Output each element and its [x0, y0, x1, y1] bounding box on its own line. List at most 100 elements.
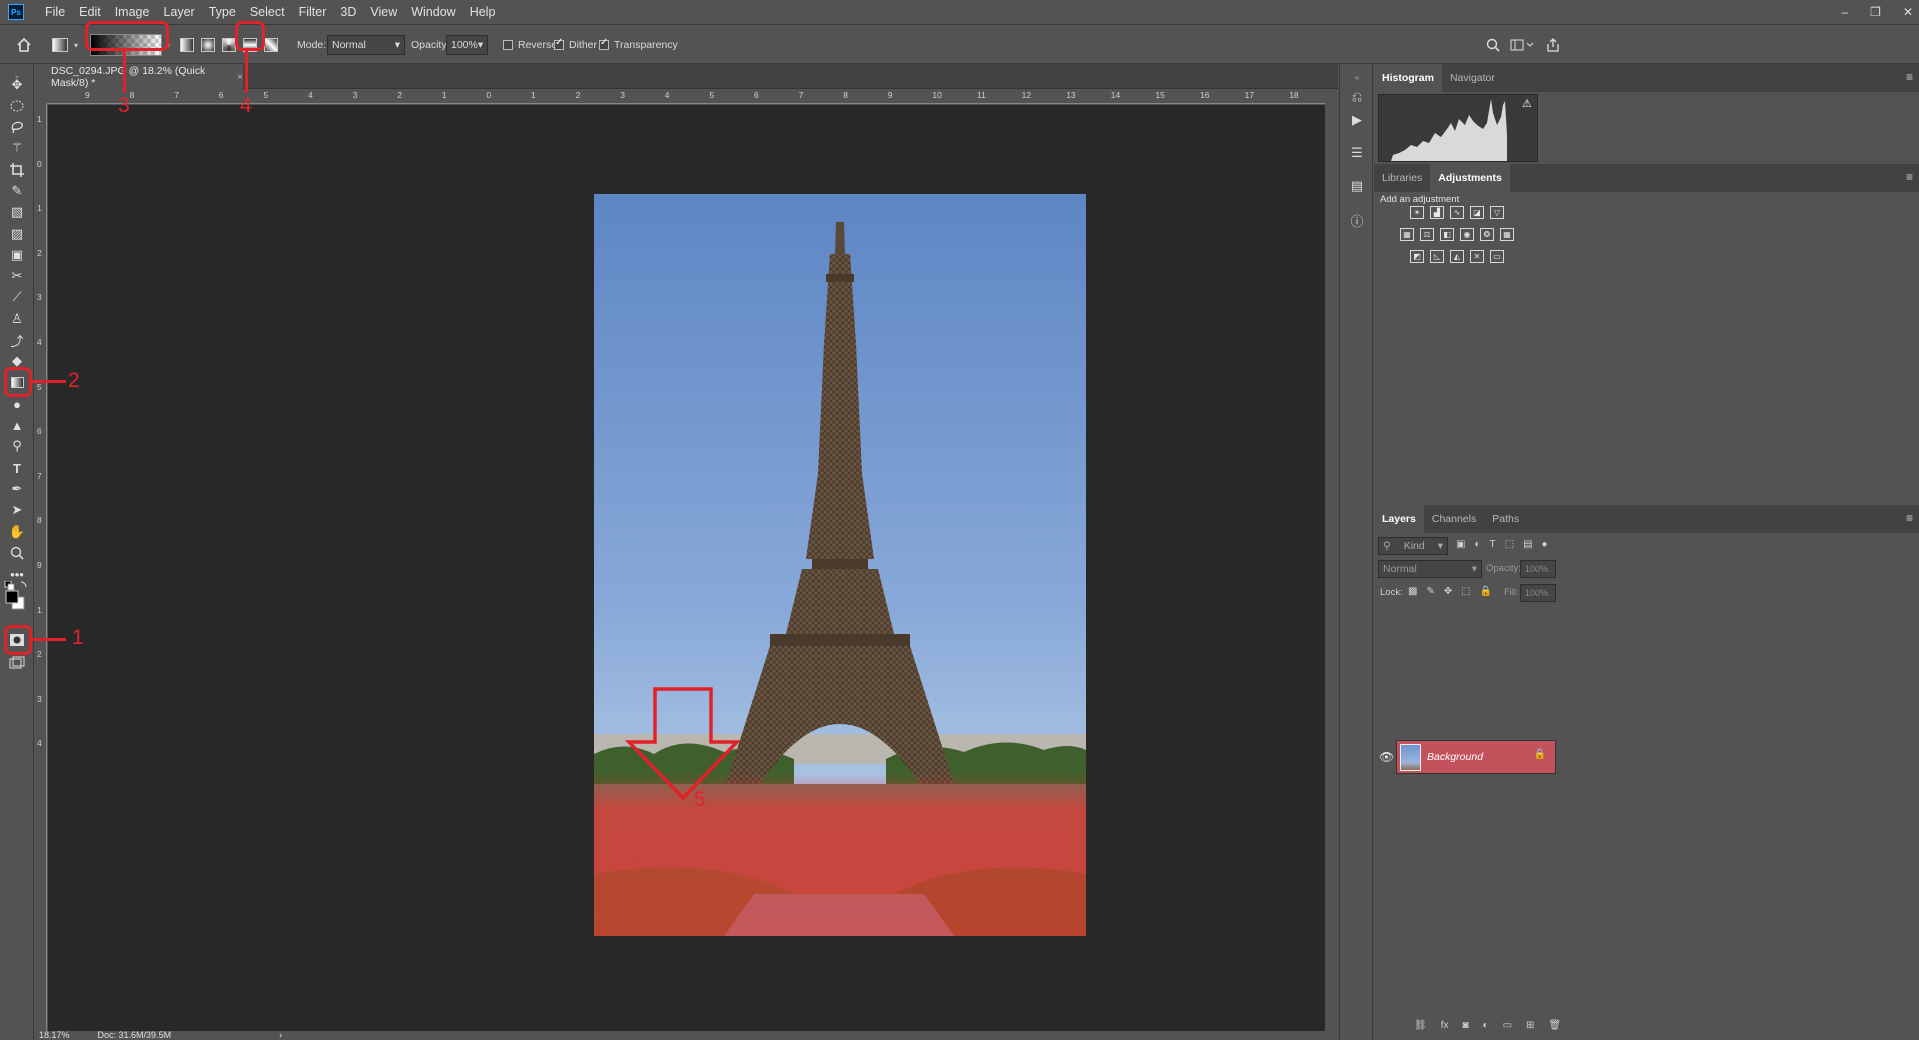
actions-panel-icon[interactable]: ▶ [1348, 111, 1366, 129]
document-tab[interactable]: DSC_0294.JPG @ 18.2% (Quick Mask/8) * × [35, 64, 243, 89]
share-button[interactable] [1546, 25, 1560, 65]
menu-type[interactable]: Type [202, 0, 243, 24]
status-menu-arrow-icon[interactable]: › [279, 1030, 282, 1040]
info-panel-icon[interactable]: ⓘ [1348, 211, 1366, 229]
type-tool-icon[interactable]: T [7, 459, 27, 477]
lock-artboard-icon[interactable]: ⬚ [1461, 586, 1470, 597]
new-adjustment-layer-icon[interactable]: ◐ [1483, 1020, 1489, 1031]
content-aware-tool-icon[interactable]: ▣ [7, 246, 27, 264]
layer-opacity-field[interactable]: 100% [1520, 560, 1556, 578]
healing-brush-tool-icon[interactable]: ▧ [7, 203, 27, 221]
layer-row-background[interactable]: Background 🔒 [1396, 740, 1556, 774]
properties-panel-icon[interactable]: ☰ [1348, 144, 1366, 162]
menu-window[interactable]: Window [404, 0, 462, 24]
tab-navigator[interactable]: Navigator [1442, 64, 1503, 92]
minimize-button[interactable]: – [1841, 5, 1848, 19]
channel-mixer-icon[interactable]: ❂ [1480, 228, 1494, 241]
posterize-icon[interactable]: ◺ [1430, 250, 1444, 263]
curves-icon[interactable]: ∿ [1450, 206, 1464, 219]
adjustment-filter-icon[interactable]: ◐ [1474, 539, 1480, 550]
layer-lock-icon[interactable]: 🔒 [1534, 749, 1546, 760]
panel-menu-icon[interactable]: ≡ [1906, 511, 1913, 525]
canvas-area[interactable] [48, 105, 1325, 1031]
search-button[interactable] [1486, 25, 1500, 65]
layer-filter-dropdown[interactable]: ⚲ Kind ▾ [1378, 537, 1448, 555]
lock-transparent-icon[interactable]: ▩ [1408, 586, 1417, 597]
hand-tool-icon[interactable]: ✋ [7, 523, 27, 541]
chevron-down-icon[interactable]: ▾ [478, 39, 483, 51]
crop-tool-icon[interactable] [7, 161, 27, 179]
photo-filter-icon[interactable]: ◉ [1460, 228, 1474, 241]
angle-gradient-button[interactable] [222, 25, 236, 65]
new-layer-icon[interactable]: ⊞ [1526, 1020, 1534, 1031]
tab-channels[interactable]: Channels [1424, 505, 1484, 533]
new-group-icon[interactable]: ▭ [1503, 1020, 1512, 1031]
histogram-warning-icon[interactable]: ⚠ [1522, 97, 1532, 110]
dither-checkbox-box[interactable] [554, 37, 564, 50]
selective-color-icon[interactable]: ✕ [1470, 250, 1484, 263]
sharpen-tool-icon[interactable]: ▲ [7, 416, 27, 434]
layer-style-fx-icon[interactable]: fx [1441, 1020, 1449, 1031]
filter-toggle-icon[interactable]: ● [1542, 539, 1548, 550]
menu-view[interactable]: View [363, 0, 404, 24]
link-layers-icon[interactable]: ⛓ [1414, 1020, 1427, 1031]
layer-visibility-eye-icon[interactable]: 👁 [1379, 750, 1394, 764]
zoom-tool-icon[interactable] [7, 544, 27, 562]
photoshop-logo-icon[interactable]: Ps [8, 4, 24, 20]
invert-icon[interactable]: ◩ [1410, 250, 1424, 263]
history-panel-icon[interactable]: ⎌ [1348, 88, 1366, 106]
expand-panels-icon[interactable]: « [1348, 68, 1366, 86]
menu-help[interactable]: Help [463, 0, 503, 24]
brush-tool-icon[interactable]: ⟋ [7, 288, 27, 306]
menu-file[interactable]: File [38, 0, 72, 24]
blend-mode-dropdown[interactable]: Normal ▾ [1378, 560, 1482, 578]
clone-stamp-tool-icon[interactable]: ♙ [7, 310, 27, 328]
panel-menu-icon[interactable]: ≡ [1906, 170, 1913, 184]
threshold-icon[interactable]: ◭ [1450, 250, 1464, 263]
hue-saturation-icon[interactable]: ▦ [1400, 228, 1414, 241]
dodge-tool-icon[interactable]: ⚲ [7, 437, 27, 455]
pixel-filter-icon[interactable]: ▣ [1456, 539, 1465, 550]
tab-paths[interactable]: Paths [1484, 505, 1527, 533]
opacity-field[interactable]: 100% ▾ [446, 35, 488, 55]
restore-button[interactable]: ❐ [1870, 5, 1881, 19]
marquee-tool-icon[interactable] [7, 97, 27, 115]
brightness-contrast-icon[interactable]: ☀ [1410, 206, 1424, 219]
fill-field[interactable]: 100% [1520, 584, 1556, 602]
zoom-level[interactable]: 18.17% [39, 1030, 70, 1040]
close-window-button[interactable]: ✕ [1903, 5, 1913, 19]
levels-icon[interactable]: ▟ [1430, 206, 1444, 219]
lasso-tool-icon[interactable] [7, 118, 27, 136]
vibrance-icon[interactable]: ▽ [1490, 206, 1504, 219]
close-tab-icon[interactable]: × [237, 71, 243, 83]
tab-libraries[interactable]: Libraries [1374, 164, 1430, 192]
document-image[interactable] [594, 194, 1086, 936]
lock-all-icon[interactable]: 🔒 [1480, 586, 1492, 597]
lock-position-icon[interactable]: ✥ [1444, 586, 1452, 597]
radial-gradient-button[interactable] [201, 25, 215, 65]
move-tool-icon[interactable]: ✥ [7, 76, 27, 94]
diamond-gradient-button[interactable] [264, 25, 278, 65]
tab-adjustments[interactable]: Adjustments [1430, 164, 1510, 192]
menu-3d[interactable]: 3D [333, 0, 363, 24]
menu-filter[interactable]: Filter [292, 0, 334, 24]
color-balance-icon[interactable]: ⚖ [1420, 228, 1434, 241]
history-brush-tool-icon[interactable]: ⤴ [7, 331, 27, 349]
tab-histogram[interactable]: Histogram [1374, 64, 1442, 92]
add-mask-icon[interactable]: ◙ [1462, 1020, 1468, 1031]
blur-tool-icon[interactable]: ● [7, 395, 27, 413]
eyedropper-tool-icon[interactable]: ✎ [7, 182, 27, 200]
mode-dropdown[interactable]: Normal ▾ [327, 35, 405, 55]
red-eye-tool-icon[interactable]: ▨ [7, 225, 27, 243]
reverse-checkbox-box[interactable] [503, 40, 513, 50]
color-lookup-icon[interactable]: ▦ [1500, 228, 1514, 241]
linear-gradient-button[interactable] [180, 25, 194, 65]
black-white-icon[interactable]: ◧ [1440, 228, 1454, 241]
transparency-checkbox-box[interactable] [599, 37, 609, 50]
tool-preset-picker[interactable]: ▾ [52, 25, 78, 65]
gradient-map-icon[interactable]: ▭ [1490, 250, 1504, 263]
color-swatches[interactable] [3, 581, 31, 610]
reverse-checkbox[interactable]: Reverse [503, 25, 557, 65]
magic-wand-tool-icon[interactable]: ⚚ [7, 139, 27, 157]
path-selection-tool-icon[interactable]: ➤ [7, 501, 27, 519]
